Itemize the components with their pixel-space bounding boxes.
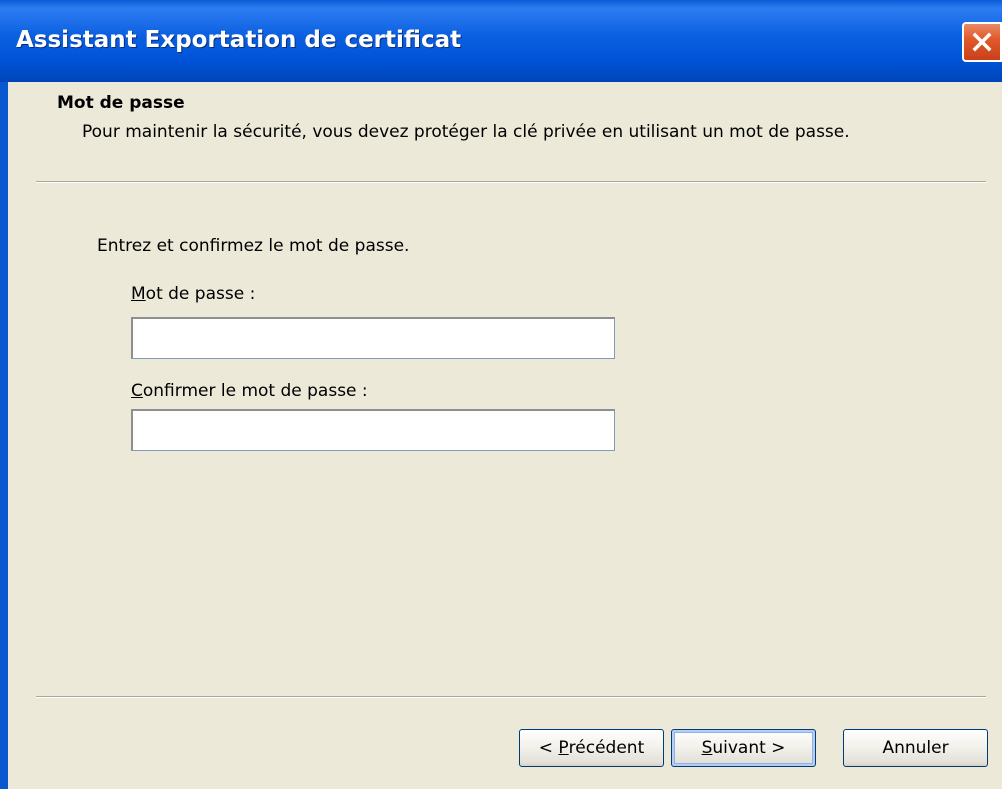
back-button-prefix: < — [538, 738, 559, 758]
password-label-mnemonic: M — [131, 284, 146, 304]
window-frame-left — [0, 82, 8, 789]
header-divider — [36, 181, 986, 183]
back-button[interactable]: < Précédent — [519, 729, 664, 767]
footer-divider — [36, 696, 986, 698]
certificate-export-wizard-window: Assistant Exportation de certificat Mot … — [0, 0, 1002, 789]
next-button-mnemonic: S — [701, 738, 713, 758]
next-button-label: uivant > — [712, 738, 786, 758]
back-button-label: récédent — [568, 738, 645, 758]
close-button[interactable] — [962, 22, 1002, 62]
close-icon — [972, 32, 992, 52]
password-label: Mot de passe : — [131, 284, 255, 304]
next-button[interactable]: Suivant > — [671, 729, 816, 767]
page-description: Pour maintenir la sécurité, vous devez p… — [82, 122, 850, 142]
back-button-mnemonic: P — [558, 738, 569, 758]
instruction-text: Entrez et confirmez le mot de passe. — [97, 236, 410, 256]
title-bar[interactable]: Assistant Exportation de certificat — [0, 0, 1002, 82]
page-heading: Mot de passe — [57, 93, 185, 113]
cancel-button[interactable]: Annuler — [843, 729, 988, 767]
password-label-text: ot de passe : — [145, 284, 256, 304]
confirm-label-text: onfirmer le mot de passe : — [142, 381, 368, 401]
password-input[interactable] — [131, 317, 615, 359]
cancel-button-label: Annuler — [882, 738, 949, 758]
confirm-password-label: Confirmer le mot de passe : — [131, 381, 368, 401]
confirm-password-input[interactable] — [131, 409, 615, 451]
window-title: Assistant Exportation de certificat — [16, 27, 462, 53]
confirm-label-mnemonic: C — [131, 381, 143, 401]
